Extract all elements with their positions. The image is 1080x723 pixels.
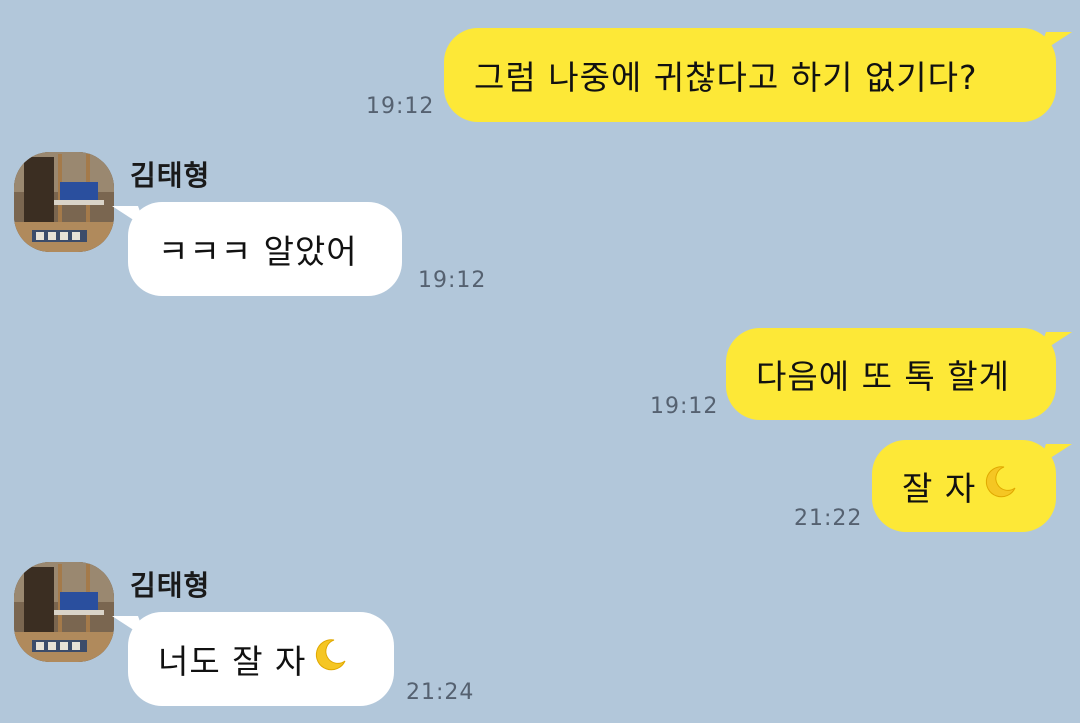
crescent-moon-icon	[982, 464, 1018, 508]
contact-avatar[interactable]	[14, 562, 114, 662]
contact-avatar[interactable]	[14, 152, 114, 252]
outgoing-message-bubble[interactable]: 다음에 또 톡 할게	[726, 328, 1056, 420]
message-text: ㅋㅋㅋ 알았어	[158, 232, 358, 271]
message-text: 너도 잘 자	[158, 642, 307, 681]
crescent-moon-icon	[312, 637, 348, 681]
message-timestamp: 19:12	[418, 268, 487, 293]
incoming-message-bubble[interactable]: ㅋㅋㅋ 알았어	[128, 202, 402, 296]
message-text: 잘 자	[902, 469, 977, 508]
message-timestamp: 19:12	[650, 394, 719, 419]
message-text: 다음에 또 톡 할게	[756, 357, 1010, 396]
message-text: 그럼 나중에 귀찮다고 하기 없기다?	[474, 58, 978, 97]
message-timestamp: 21:22	[794, 506, 863, 531]
sender-name: 김태형	[130, 159, 211, 192]
avatar-photo	[14, 562, 114, 662]
message-timestamp: 19:12	[366, 94, 435, 119]
message-timestamp: 21:24	[406, 680, 475, 705]
outgoing-message-bubble[interactable]: 그럼 나중에 귀찮다고 하기 없기다?	[444, 28, 1056, 122]
sender-name: 김태형	[130, 569, 211, 602]
avatar-photo	[14, 152, 114, 252]
incoming-message-bubble[interactable]: 너도 잘 자	[128, 612, 394, 706]
outgoing-message-bubble[interactable]: 잘 자	[872, 440, 1056, 532]
